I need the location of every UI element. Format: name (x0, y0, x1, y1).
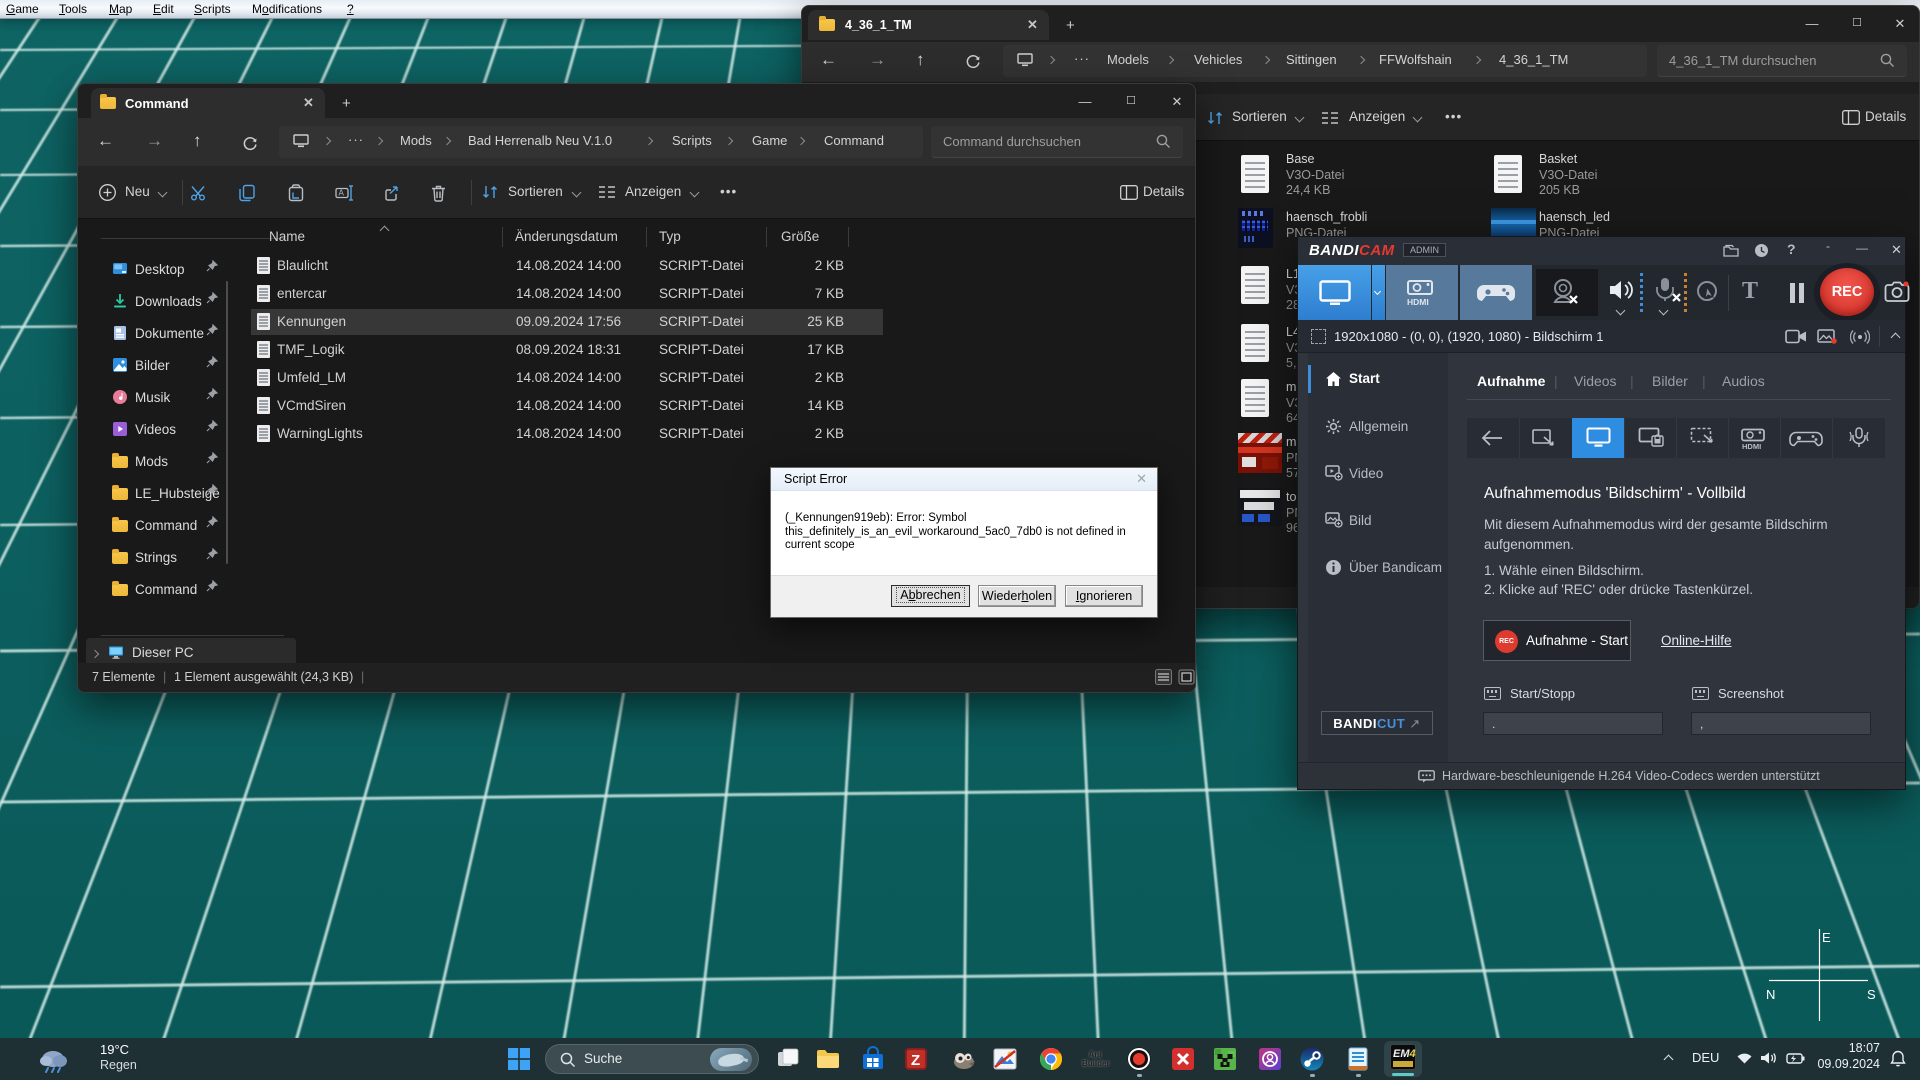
svg-text:Z: Z (911, 1052, 920, 1069)
svg-text:E: E (1822, 930, 1831, 945)
svg-text:HDMI: HDMI (1742, 442, 1761, 450)
svg-text:HDMI: HDMI (1407, 297, 1429, 306)
svg-text:S: S (1867, 987, 1876, 1002)
svg-text:N: N (1766, 987, 1775, 1002)
svg-text:A: A (339, 189, 345, 198)
